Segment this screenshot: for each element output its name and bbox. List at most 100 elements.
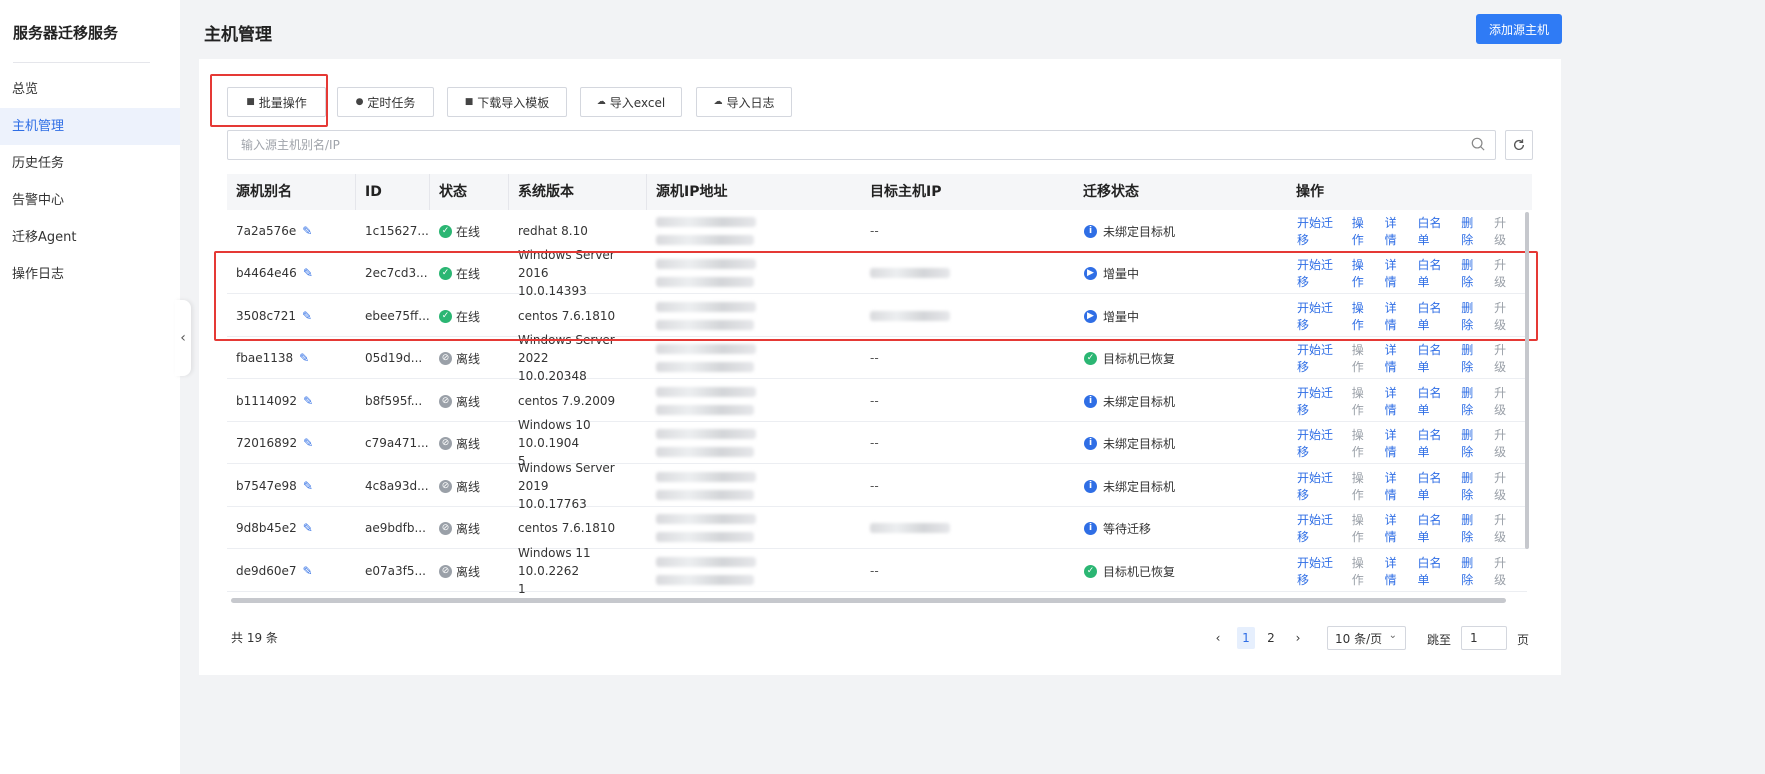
add-source-host-button[interactable]: 添加源主机 <box>1476 14 1562 44</box>
table-row: 3508c721 ✎ ebee75ff... ✓ 在线 centos 7.6.1810 ▶ 增… <box>227 295 1527 337</box>
start-migration-link[interactable]: 开始迁移 <box>1297 341 1341 375</box>
edit-icon[interactable]: ✎ <box>303 479 313 493</box>
start-migration-link[interactable]: 开始迁移 <box>1297 299 1341 333</box>
details-link[interactable]: 详情 <box>1385 511 1407 545</box>
start-migration-link[interactable]: 开始迁移 <box>1297 554 1341 588</box>
delete-link[interactable]: 删除 <box>1461 426 1483 460</box>
upgrade-link[interactable]: 升级 <box>1494 256 1516 290</box>
delete-link[interactable]: 删除 <box>1461 511 1483 545</box>
upgrade-link[interactable]: 升级 <box>1494 299 1516 333</box>
horizontal-scrollbar[interactable] <box>231 598 1506 603</box>
page-size-select[interactable]: 10 条/页 ⌄ <box>1327 626 1406 650</box>
table-row: de9d60e7 ✎ e07a3f5... ⊘ 离线 Windows 11 10.0.22… <box>227 546 1527 596</box>
delete-link[interactable]: 删除 <box>1461 384 1483 418</box>
delete-link[interactable]: 删除 <box>1461 554 1483 588</box>
operation-link[interactable]: 操作 <box>1352 341 1374 375</box>
start-migration-link[interactable]: 开始迁移 <box>1297 426 1341 460</box>
id-cell: 1c15627... <box>365 224 429 238</box>
upgrade-link[interactable]: 升级 <box>1494 214 1516 248</box>
details-link[interactable]: 详情 <box>1385 299 1407 333</box>
column-header-id[interactable]: ID <box>365 174 382 210</box>
whitelist-link[interactable]: 白名单 <box>1417 384 1450 418</box>
whitelist-link[interactable]: 白名单 <box>1417 511 1450 545</box>
download-template-button[interactable]: ■ 下载导入模板 <box>447 87 567 117</box>
operation-link[interactable]: 操作 <box>1352 511 1374 545</box>
edit-icon[interactable]: ✎ <box>303 436 313 450</box>
import-log-button[interactable]: ☁ 导入日志 <box>696 87 792 117</box>
vertical-scrollbar[interactable] <box>1525 212 1529 549</box>
details-link[interactable]: 详情 <box>1385 341 1407 375</box>
operation-link[interactable]: 操作 <box>1352 469 1374 503</box>
upgrade-link[interactable]: 升级 <box>1494 554 1516 588</box>
details-link[interactable]: 详情 <box>1385 384 1407 418</box>
start-migration-link[interactable]: 开始迁移 <box>1297 256 1341 290</box>
upgrade-link[interactable]: 升级 <box>1494 469 1516 503</box>
delete-link[interactable]: 删除 <box>1461 469 1483 503</box>
details-link[interactable]: 详情 <box>1385 426 1407 460</box>
whitelist-link[interactable]: 白名单 <box>1417 554 1450 588</box>
edit-icon[interactable]: ✎ <box>302 309 312 323</box>
sidebar-collapse-button[interactable]: ‹ <box>175 300 191 376</box>
edit-icon[interactable]: ✎ <box>303 564 313 578</box>
whitelist-link[interactable]: 白名单 <box>1417 214 1450 248</box>
whitelist-link[interactable]: 白名单 <box>1417 341 1450 375</box>
start-migration-link[interactable]: 开始迁移 <box>1297 214 1341 248</box>
delete-link[interactable]: 删除 <box>1461 299 1483 333</box>
sidebar-item-overview[interactable]: 总览 <box>0 71 180 108</box>
details-link[interactable]: 详情 <box>1385 554 1407 588</box>
search-icon[interactable] <box>1471 137 1485 151</box>
column-header-source-ip[interactable]: 源机IP地址 <box>656 174 727 210</box>
prev-page-button[interactable]: ‹ <box>1210 627 1226 649</box>
sidebar-item-alert-center[interactable]: 告警中心 <box>0 182 180 219</box>
whitelist-link[interactable]: 白名单 <box>1417 469 1450 503</box>
alias-cell: b1114092 ✎ <box>236 380 313 422</box>
operation-link[interactable]: 操作 <box>1352 256 1374 290</box>
upgrade-link[interactable]: 升级 <box>1494 511 1516 545</box>
edit-icon[interactable]: ✎ <box>303 266 313 280</box>
delete-link[interactable]: 删除 <box>1461 341 1483 375</box>
edit-icon[interactable]: ✎ <box>299 351 309 365</box>
next-page-button[interactable]: › <box>1290 627 1306 649</box>
edit-icon[interactable]: ✎ <box>303 394 313 408</box>
column-header-alias[interactable]: 源机别名 <box>236 174 292 210</box>
goto-page-input[interactable] <box>1461 626 1507 650</box>
column-divider <box>508 174 509 210</box>
sidebar-item-migration-agent[interactable]: 迁移Agent <box>0 219 180 256</box>
delete-link[interactable]: 删除 <box>1461 256 1483 290</box>
details-link[interactable]: 详情 <box>1385 214 1407 248</box>
column-header-status[interactable]: 状态 <box>439 174 467 210</box>
details-link[interactable]: 详情 <box>1385 469 1407 503</box>
whitelist-link[interactable]: 白名单 <box>1417 299 1450 333</box>
operation-link[interactable]: 操作 <box>1352 554 1374 588</box>
batch-operation-button[interactable]: ■ 批量操作 <box>227 87 326 117</box>
details-link[interactable]: 详情 <box>1385 256 1407 290</box>
scheduled-task-button[interactable]: ● 定时任务 <box>337 87 434 117</box>
edit-icon[interactable]: ✎ <box>302 224 312 238</box>
refresh-button[interactable] <box>1505 130 1533 160</box>
column-header-migration-status[interactable]: 迁移状态 <box>1083 174 1139 210</box>
upgrade-link[interactable]: 升级 <box>1494 341 1516 375</box>
whitelist-link[interactable]: 白名单 <box>1417 256 1450 290</box>
import-excel-button[interactable]: ☁ 导入excel <box>580 87 682 117</box>
search-input[interactable] <box>228 131 1448 159</box>
page-1-button[interactable]: 1 <box>1237 627 1255 649</box>
status-cell: ✓ 在线 <box>439 210 480 252</box>
column-header-target-ip[interactable]: 目标主机IP <box>870 174 941 210</box>
sidebar-item-history-tasks[interactable]: 历史任务 <box>0 145 180 182</box>
column-header-os[interactable]: 系统版本 <box>518 174 574 210</box>
upgrade-link[interactable]: 升级 <box>1494 384 1516 418</box>
start-migration-link[interactable]: 开始迁移 <box>1297 469 1341 503</box>
page-2-button[interactable]: 2 <box>1262 627 1280 649</box>
start-migration-link[interactable]: 开始迁移 <box>1297 511 1341 545</box>
whitelist-link[interactable]: 白名单 <box>1417 426 1450 460</box>
sidebar-item-operation-log[interactable]: 操作日志 <box>0 256 180 293</box>
operation-link[interactable]: 操作 <box>1352 426 1374 460</box>
operation-link[interactable]: 操作 <box>1352 299 1374 333</box>
upgrade-link[interactable]: 升级 <box>1494 426 1516 460</box>
operation-link[interactable]: 操作 <box>1352 214 1374 248</box>
start-migration-link[interactable]: 开始迁移 <box>1297 384 1341 418</box>
operation-link[interactable]: 操作 <box>1352 384 1374 418</box>
sidebar-item-host-management[interactable]: 主机管理 <box>0 108 180 145</box>
delete-link[interactable]: 删除 <box>1461 214 1483 248</box>
edit-icon[interactable]: ✎ <box>303 521 313 535</box>
